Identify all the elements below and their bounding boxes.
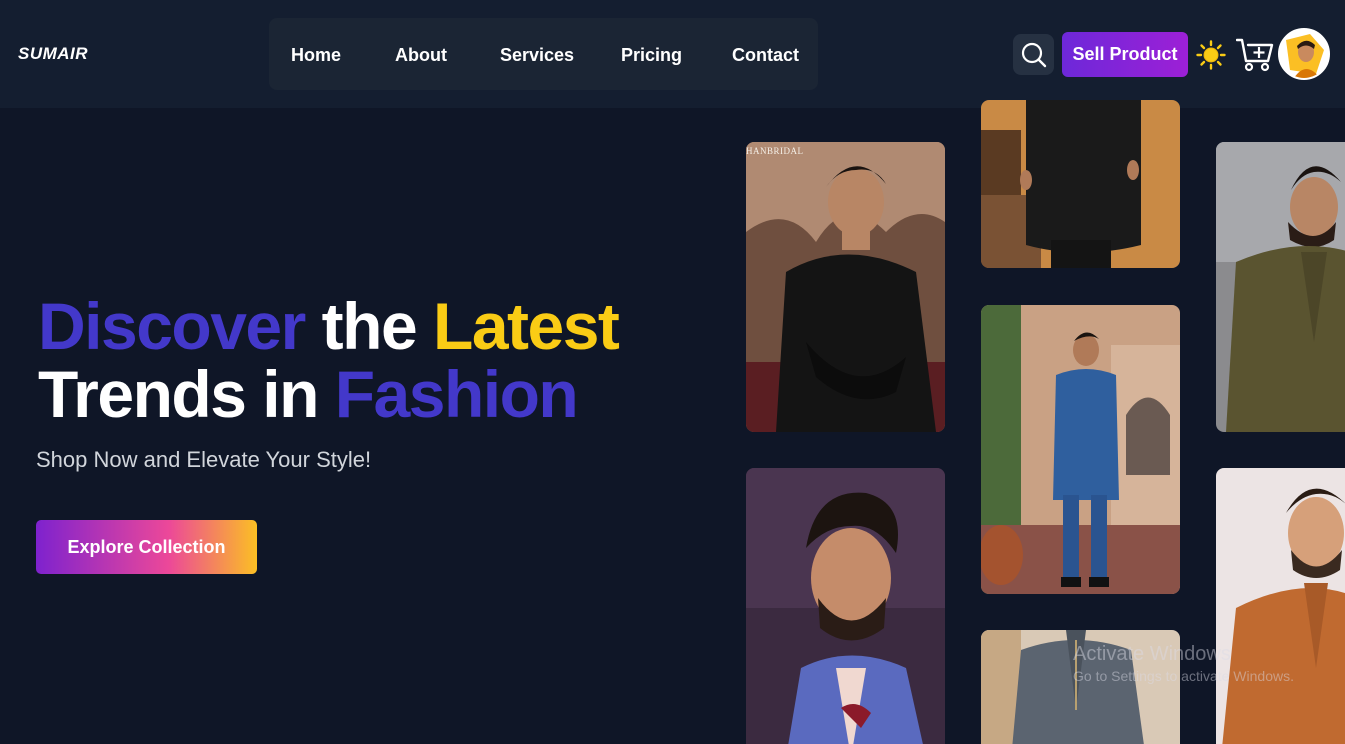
gallery-photo-4[interactable] xyxy=(746,468,945,744)
product-image xyxy=(746,142,945,432)
cart-plus-icon xyxy=(1235,38,1274,72)
header: SUMAIR Home About Services Pricing Conta… xyxy=(0,0,1345,108)
windows-activation-watermark: Activate Windows Go to Settings to activ… xyxy=(1073,643,1294,684)
gallery-photo-6[interactable] xyxy=(1216,468,1345,744)
product-image xyxy=(1216,468,1345,744)
hero-word-fashion: Fashion xyxy=(334,357,579,431)
hero-subtitle: Shop Now and Elevate Your Style! xyxy=(36,447,372,472)
nav-home[interactable]: Home xyxy=(291,45,341,66)
nav-services[interactable]: Services xyxy=(500,45,574,66)
brand-watermark-text: HANBRIDAL xyxy=(746,146,804,156)
search-button[interactable] xyxy=(1013,34,1054,75)
hero-word-discover: Discover xyxy=(38,289,306,363)
hero-word-latest: Latest xyxy=(433,289,620,363)
product-image xyxy=(1216,142,1345,432)
watermark-title: Activate Windows xyxy=(1073,643,1231,665)
gallery-photo-1[interactable]: HANBRIDAL xyxy=(746,142,945,432)
gallery-photo-3[interactable] xyxy=(1216,142,1345,432)
avatar[interactable] xyxy=(1278,28,1330,80)
search-icon xyxy=(1021,42,1046,67)
cart-button[interactable] xyxy=(1235,37,1274,73)
hero-word-the: the xyxy=(321,289,418,363)
gallery-photo-5[interactable] xyxy=(981,305,1180,594)
product-image xyxy=(981,305,1180,594)
theme-toggle[interactable] xyxy=(1196,40,1226,70)
hero-title: Discover the Latest Trends in Fashion xyxy=(38,289,620,431)
main-nav: Home About Services Pricing Contact xyxy=(269,18,818,90)
user-avatar-image xyxy=(1280,30,1328,78)
product-image xyxy=(746,468,945,744)
hero-word-trends-in: Trends in xyxy=(38,357,319,431)
gallery-photo-2[interactable] xyxy=(981,100,1180,268)
logo[interactable]: SUMAIR xyxy=(18,44,88,64)
sell-product-button[interactable]: Sell Product xyxy=(1062,32,1188,77)
nav-about[interactable]: About xyxy=(395,45,447,66)
sun-icon xyxy=(1196,40,1226,70)
nav-pricing[interactable]: Pricing xyxy=(621,45,682,66)
watermark-subtitle: Go to Settings to activate Windows. xyxy=(1073,668,1294,684)
product-image xyxy=(981,100,1180,268)
nav-contact[interactable]: Contact xyxy=(732,45,799,66)
explore-collection-button[interactable]: Explore Collection xyxy=(36,520,257,574)
